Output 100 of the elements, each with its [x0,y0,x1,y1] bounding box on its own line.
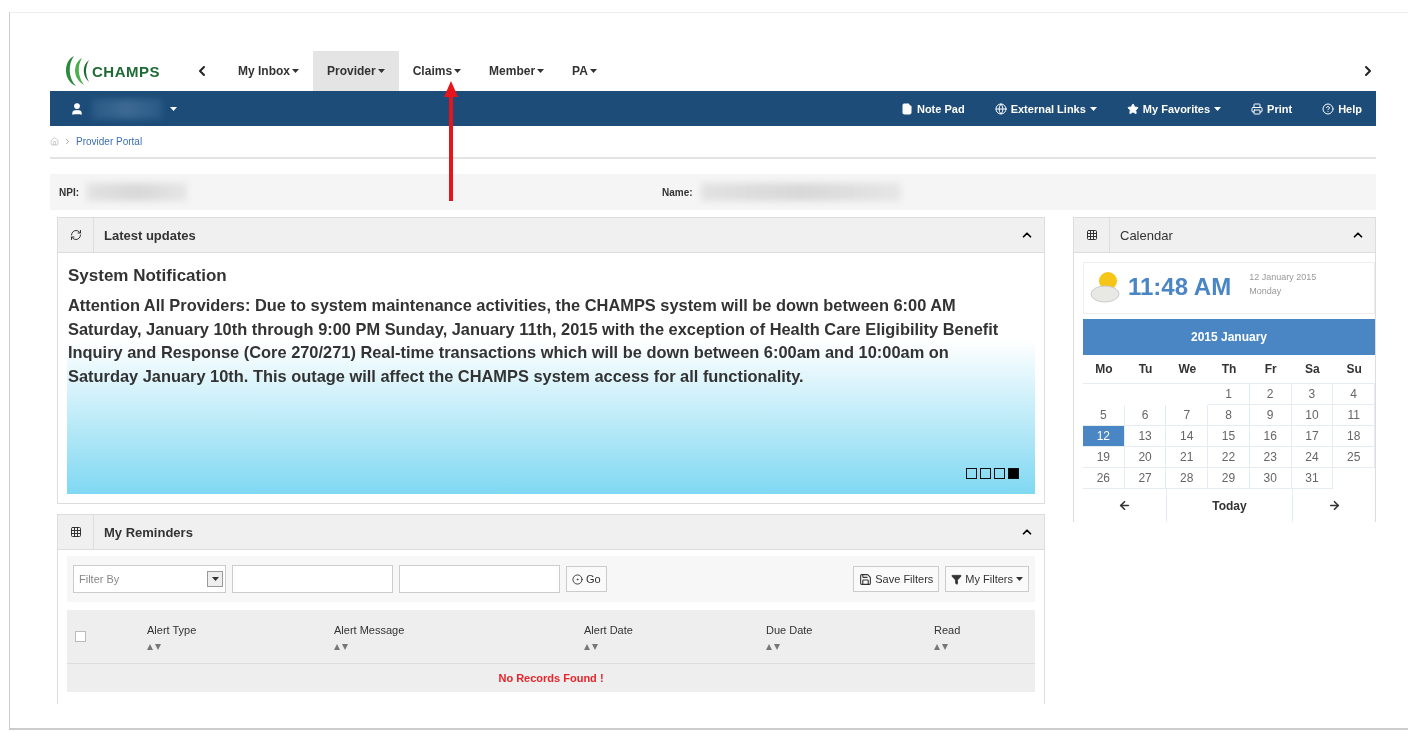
calendar-day[interactable]: 3 [1291,384,1334,405]
breadcrumb-link[interactable]: Provider Portal [76,136,143,147]
toolbar-link[interactable]: My Favorites [1126,102,1222,115]
caret-icon [1089,106,1097,111]
globe-icon [994,102,1007,115]
logo-text: CHAMPS [92,62,160,80]
weather-icon [1090,269,1122,303]
calendar-day[interactable]: 8 [1208,405,1250,426]
calendar-day[interactable]: 5 [1083,405,1125,426]
toolbar-link[interactable]: Help [1322,102,1362,115]
caret-icon [589,69,597,73]
month-title: 2015 January [1083,319,1375,355]
calendar-day[interactable]: 14 [1166,426,1209,447]
column-header[interactable]: Read [934,623,1035,636]
calendar-day[interactable]: 15 [1208,426,1250,447]
calendar-day[interactable]: 29 [1208,468,1250,489]
notification-text: Attention All Providers: Due to system maintenance activities, the CHAMPS system will be down between 6:00 AM Saturday, January 10th through 9:00 PM Sunday, January 11th, 2015 with the exception of Health Care Eligibility Benefit Inquiry and Response (Core 270/271) Real-time transactions which will be down between 6:00am and 10:00am on Saturday January 10th. This outage will affect the CHAMPS system access for all functionality. [68,295,1000,387]
column-header[interactable]: Due Date [766,623,934,636]
calendar-day[interactable]: 22 [1208,447,1250,468]
filter-input[interactable] [232,565,393,593]
refresh-icon[interactable] [69,229,82,241]
calendar-day[interactable]: 20 [1124,447,1167,468]
calendar-day[interactable]: 7 [1166,405,1209,426]
calendar-day[interactable]: 6 [1124,405,1167,426]
sort-icon [934,643,948,650]
calendar-day[interactable]: 17 [1291,426,1334,447]
calendar-day[interactable]: 30 [1249,468,1292,489]
calendar-day[interactable]: 9 [1249,405,1292,426]
chevron-icon [63,137,72,146]
toolbar-link[interactable]: Print [1251,102,1293,115]
caret-icon [211,577,219,581]
printer-icon [1251,102,1264,115]
calendar-day[interactable]: 23 [1249,447,1292,468]
user-icon [70,101,84,116]
menu-item[interactable]: Member [475,51,559,91]
go-button[interactable]: Go [566,566,607,592]
calendar-day[interactable]: 2 [1249,384,1292,405]
grid-icon [1085,229,1098,241]
menu-item[interactable]: My Inbox [224,51,313,91]
calendar-day[interactable]: 31 [1291,468,1334,489]
filter-icon [951,573,963,585]
weekday-header: We [1166,355,1209,384]
save-icon [859,572,873,586]
my-filters-button[interactable]: My Filters [945,566,1029,592]
select-all-checkbox[interactable] [75,631,86,642]
name-label: Name: [662,186,693,198]
arrow-left-icon [1118,499,1131,512]
menu-item[interactable]: Claims [398,51,476,91]
weekday-header: Tu [1124,355,1167,384]
weekday-header: Mo [1083,355,1125,384]
calendar-day[interactable]: 13 [1124,426,1167,447]
caret-icon [1016,577,1023,581]
notification-heading: System Notification [68,266,228,286]
calendar-day[interactable]: 28 [1166,468,1209,489]
column-header[interactable]: Alert Message [334,623,584,636]
caret-icon [454,69,462,73]
column-header[interactable]: Alert Date [584,623,766,636]
calendar-day[interactable]: 12 [1083,426,1125,447]
calendar-day[interactable]: 26 [1083,468,1125,489]
empty-message: No Records Found ! [67,664,1035,692]
panel-title: Latest updates [103,227,197,243]
panel-title: My Reminders [103,524,194,540]
sort-icon [766,643,780,650]
menu-item[interactable]: PA [558,51,611,91]
caret-icon [1214,106,1222,111]
arrow-right-icon [1327,499,1341,512]
sort-icon [334,643,348,650]
calendar-day[interactable]: 11 [1333,405,1375,426]
go-icon [572,573,583,585]
panel-title: Calendar [1119,227,1174,243]
help-icon [1322,102,1335,115]
menu-item[interactable]: Provider [313,51,399,91]
column-header[interactable]: Alert Type [147,623,334,636]
sort-icon [584,643,598,650]
sort-icon [147,643,161,650]
redacted-user-name [92,98,162,119]
clock-time: 11:48 AM [1128,273,1232,301]
toolbar-link[interactable]: Note Pad [900,102,965,115]
calendar-day[interactable]: 18 [1333,426,1375,447]
npi-label: NPI: [59,186,79,198]
calendar-day[interactable]: 1 [1208,384,1250,405]
calendar-day[interactable]: 24 [1291,447,1334,468]
calendar-day[interactable]: 25 [1333,447,1375,468]
calendar-day[interactable]: 10 [1291,405,1334,426]
caret-icon [377,69,385,73]
date-text: 12 January 2015 [1249,272,1317,282]
calendar-day[interactable]: 27 [1124,468,1167,489]
caret-icon [292,69,299,73]
calendar-day[interactable]: 16 [1249,426,1292,447]
filter-input[interactable] [399,565,560,593]
filter-select[interactable]: Filter By [73,565,226,593]
star-icon [1126,102,1139,115]
toolbar-link[interactable]: External Links [994,102,1097,115]
calendar-day[interactable]: 19 [1083,447,1125,468]
calendar-day[interactable]: 4 [1333,384,1375,405]
caret-icon [170,106,177,111]
calendar-day[interactable]: 21 [1166,447,1209,468]
grid-icon [69,526,82,538]
caret-icon [537,69,545,73]
save-filters-button[interactable]: Save Filters [853,566,940,592]
